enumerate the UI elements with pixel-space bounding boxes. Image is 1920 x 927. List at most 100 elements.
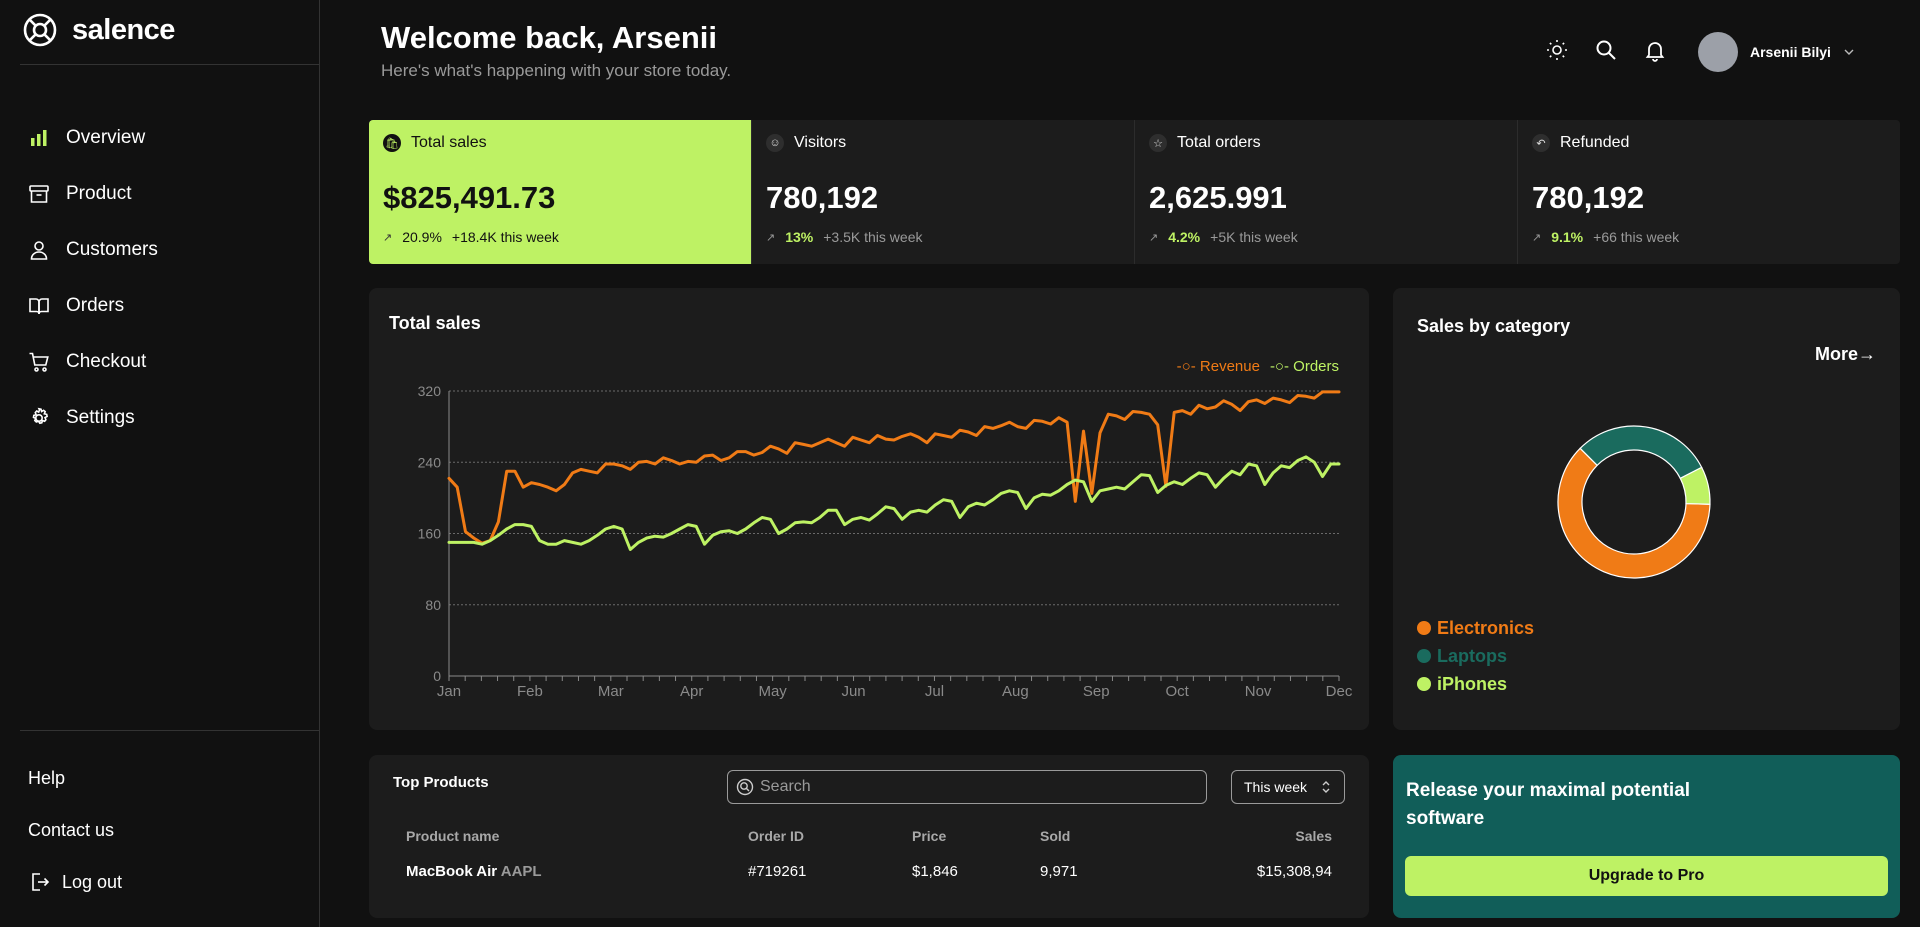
series-line-revenue	[447, 390, 1341, 545]
stat-label: Refunded	[1560, 134, 1630, 151]
nav-label: Settings	[66, 407, 135, 428]
nav-item-product[interactable]: Product	[28, 166, 158, 222]
nav-item-checkout[interactable]: Checkout	[28, 334, 158, 390]
logout-icon	[32, 873, 50, 891]
search-button[interactable]	[1594, 38, 1618, 62]
user-menu[interactable]: Arsenii Bilyi	[1698, 32, 1855, 72]
x-tick-label: Apr	[680, 683, 703, 700]
line-chart: 0 80 160 240 320 Jan Feb Mar Apr May Jun Jul Aug Sep O…	[418, 383, 1353, 700]
column-header[interactable]: Sales	[1295, 828, 1332, 844]
nav-item-overview[interactable]: Overview	[28, 110, 158, 166]
nav-item-orders[interactable]: Orders	[28, 278, 158, 334]
help-label: Help	[28, 767, 66, 788]
search-icon	[736, 778, 754, 796]
legend-iphones: iPhones	[1417, 670, 1534, 698]
stat-card-total-sales[interactable]: 🛍 Total sales $825,491.73 ↗ 20.9% +18.4K th…	[369, 120, 752, 264]
arrow-up-right-icon: ↗	[383, 231, 393, 244]
search-icon	[1596, 40, 1616, 60]
stat-value: 780,192	[766, 180, 879, 215]
period-select[interactable]: This week	[1231, 770, 1345, 804]
legend-dot	[1417, 677, 1431, 691]
y-tick-label: 320	[418, 383, 442, 399]
stat-value: $825,491.73	[383, 180, 556, 215]
logout-label: Log out	[62, 871, 123, 892]
column-header[interactable]: Order ID	[748, 828, 804, 844]
x-tick-label: Dec	[1326, 683, 1353, 700]
nav-label: Customers	[66, 239, 158, 260]
x-tick-label: Jul	[925, 683, 944, 700]
sidebar-divider	[20, 730, 320, 731]
total-sales-card: Total sales -○- Revenue -○- Orders 0 80 16…	[369, 288, 1369, 730]
y-tick-label: 0	[433, 668, 441, 684]
product-cell: MacBook Air AAPL	[406, 863, 542, 880]
stat-value: 2,625.991	[1149, 180, 1287, 215]
stat-card-refunded[interactable]: ↶ Refunded 780,192 ↗ 9.1% +66 this week	[1518, 120, 1900, 264]
top-products-card: Top Products This week Product name Orde…	[369, 755, 1369, 918]
column-header[interactable]: Price	[912, 828, 946, 844]
stat-card-visitors[interactable]: ☺ Visitors 780,192 ↗ 13% +3.5K this week	[752, 120, 1135, 264]
nav-item-customers[interactable]: Customers	[28, 222, 158, 278]
x-tick-label: Jan	[437, 683, 461, 700]
upgrade-button[interactable]: Upgrade to Pro	[1405, 856, 1888, 896]
legend-dot	[1417, 649, 1431, 663]
stat-label: Visitors	[794, 134, 847, 151]
x-tick-label: Feb	[517, 683, 543, 700]
logo-icon	[23, 13, 57, 47]
contact-label: Contact us	[28, 819, 115, 840]
column-header[interactable]: Product name	[406, 828, 499, 844]
x-tick-label: Nov	[1245, 683, 1272, 700]
avatar	[1698, 32, 1738, 72]
bag-icon: 🛍	[383, 134, 401, 152]
legend-laptops: Laptops	[1417, 642, 1534, 670]
brand-name: salence	[72, 13, 175, 46]
star-icon: ☆	[1149, 134, 1167, 152]
sales-by-category-card: Sales by category More→ Electronics Lapt…	[1393, 288, 1900, 730]
x-tick-label: Jun	[841, 683, 865, 700]
period-value: This week	[1244, 779, 1308, 795]
nav-item-settings[interactable]: Settings	[28, 390, 158, 446]
chevron-down-icon	[1844, 49, 1854, 55]
nav-label: Orders	[66, 295, 125, 316]
y-tick-label: 80	[425, 597, 441, 613]
sales: $15,308,94	[1256, 863, 1332, 880]
user-name: Arsenii Bilyi	[1750, 44, 1831, 60]
bar-chart-icon	[31, 130, 47, 146]
product-ticker: AAPL	[500, 863, 542, 880]
undo-icon: ↶	[1532, 134, 1550, 152]
stat-label: Total orders	[1177, 134, 1261, 151]
category-legend: Electronics Laptops iPhones	[1417, 614, 1534, 698]
notifications-button[interactable]	[1643, 38, 1667, 62]
brand-logo[interactable]: salence	[22, 12, 175, 48]
legend-electronics: Electronics	[1417, 614, 1534, 642]
column-header[interactable]: Sold	[1040, 828, 1070, 844]
user-icon	[30, 241, 48, 260]
sold: 9,971	[1040, 863, 1078, 880]
page-title: Welcome back, Arsenii	[381, 20, 717, 55]
book-icon	[29, 298, 49, 315]
theme-toggle-button[interactable]	[1545, 38, 1569, 62]
help-link[interactable]: Help	[28, 752, 122, 804]
stat-percent: 9.1%	[1551, 229, 1584, 245]
page-subtitle: Here's what's happening with your store …	[381, 61, 732, 80]
sun-icon	[1547, 40, 1567, 60]
stat-percent: 20.9%	[402, 229, 442, 245]
contact-link[interactable]: Contact us	[28, 804, 122, 856]
main-nav: Overview Product Customers Orders Checko…	[28, 110, 158, 446]
logout-button[interactable]: Log out	[28, 856, 122, 908]
card-title: Top Products	[393, 774, 489, 791]
sidebar-divider	[20, 64, 320, 65]
x-tick-label: Aug	[1002, 683, 1029, 700]
stat-card-total-orders[interactable]: ☆ Total orders 2,625.991 ↗ 4.2% +5K this we…	[1135, 120, 1518, 264]
nav-label: Overview	[66, 127, 146, 148]
arrow-up-right-icon: ↗	[1149, 231, 1159, 244]
search-input[interactable]	[760, 778, 1180, 796]
arrow-up-right-icon: ↗	[766, 231, 776, 244]
y-tick-label: 240	[418, 454, 442, 470]
x-tick-label: Sep	[1083, 683, 1110, 700]
stat-value: 780,192	[1532, 180, 1645, 215]
price: $1,846	[912, 863, 958, 880]
stat-percent: 13%	[785, 229, 814, 245]
y-tick-label: 160	[418, 526, 442, 542]
order-id: #719261	[748, 863, 807, 880]
users-icon: ☺	[766, 134, 784, 152]
